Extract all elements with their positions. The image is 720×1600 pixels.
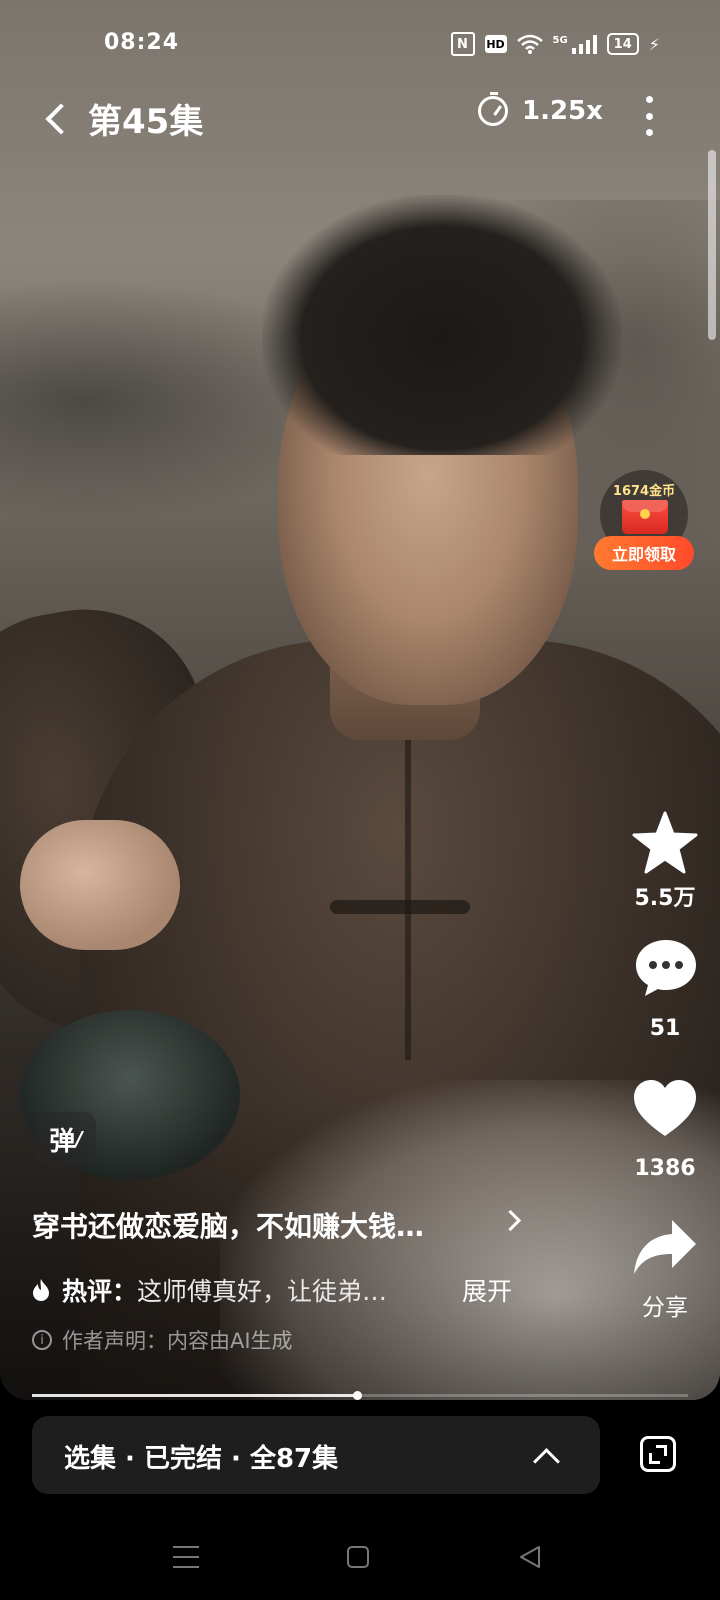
share-label: 分享 [642, 1295, 688, 1321]
hot-comment[interactable]: 热评： 这师傅真好，让徒弟… [32, 1272, 387, 1308]
bottom-shade [0, 1100, 720, 1400]
battery-icon: 14 [606, 33, 639, 55]
episode-selector-label: 选集 · 已完结 · 全87集 [64, 1444, 339, 1474]
progress-bar[interactable] [32, 1391, 688, 1400]
fullscreen-button[interactable] [640, 1436, 676, 1472]
comment-count: 51 [649, 1016, 681, 1041]
recent-apps-button[interactable] [173, 1546, 199, 1568]
video-player-screen: 08:24 N HD 5G 14 ⚡ 第45集 1.25x 1674金币 立即领… [0, 0, 720, 1600]
back-button[interactable] [38, 96, 78, 140]
more-options-button[interactable] [642, 96, 656, 136]
nfc-icon: N [450, 32, 475, 56]
charging-icon: ⚡ [648, 34, 660, 54]
red-envelope-icon [622, 500, 668, 534]
danmaku-label: 弹 [49, 1126, 76, 1157]
ai-disclaimer: i 作者声明：内容由AI生成 [32, 1325, 293, 1355]
info-icon: i [32, 1330, 52, 1350]
system-nav-bar [0, 1520, 720, 1600]
home-button[interactable] [347, 1546, 369, 1568]
speed-label: 1.25x [522, 96, 603, 126]
chevron-up-icon [533, 1448, 560, 1475]
progress-fill [32, 1394, 357, 1397]
share-icon [634, 1220, 696, 1274]
hd-icon: HD [484, 35, 507, 53]
status-bar: 08:24 N HD 5G 14 ⚡ [0, 0, 720, 90]
episode-title: 第45集 [88, 102, 204, 142]
drama-title[interactable]: 穿书还做恋爱脑，不如赚大钱… [32, 1205, 424, 1245]
disclaimer-text: 作者声明：内容由AI生成 [62, 1329, 293, 1353]
expand-link[interactable]: 展开 [462, 1272, 512, 1308]
player-header: 第45集 1.25x [0, 88, 720, 148]
actor-hand [20, 820, 180, 950]
signal-icon [571, 34, 597, 54]
progress-handle[interactable] [352, 1391, 362, 1400]
flame-icon [33, 1279, 49, 1301]
like-count: 1386 [634, 1156, 696, 1181]
speed-timer-icon [478, 92, 508, 126]
status-icons: N HD 5G 14 ⚡ [450, 32, 660, 56]
favorite-count: 5.5万 [634, 886, 696, 911]
hot-comment-text: 这师傅真好，让徒弟… [137, 1277, 388, 1306]
shirt-knot [330, 900, 470, 914]
coin-reward-widget[interactable]: 1674金币 立即领取 [592, 470, 696, 570]
heart-icon [634, 1080, 696, 1136]
episode-selector[interactable]: 选集 · 已完结 · 全87集 [32, 1416, 600, 1494]
claim-button[interactable]: 立即领取 [594, 536, 694, 570]
video-frame[interactable] [0, 0, 720, 1400]
status-time: 08:24 [104, 30, 180, 55]
hot-comment-label: 热评： [62, 1277, 138, 1306]
scroll-indicator [708, 150, 716, 340]
comment-icon [636, 940, 696, 996]
network-type: 5G [552, 34, 568, 46]
coin-count: 1674金币 [612, 484, 676, 499]
speed-button[interactable]: 1.25x [478, 92, 603, 126]
wifi-icon [516, 34, 543, 54]
danmaku-toggle-button[interactable]: 弹 / [36, 1112, 96, 1166]
star-icon [632, 811, 698, 874]
actor-hair [262, 195, 622, 455]
